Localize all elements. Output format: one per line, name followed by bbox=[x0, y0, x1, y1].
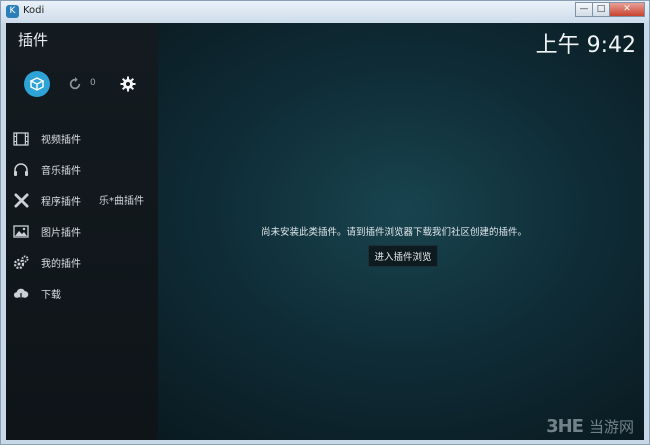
app-window: K Kodi — □ ✕ 插件 0 视频插件 音乐插件 程序插件 乐*曲插件 图… bbox=[0, 0, 650, 445]
addon-category-menu: 视频插件 音乐插件 程序插件 乐*曲插件 图片插件 我的插件 下载 bbox=[6, 123, 158, 309]
sidebar-item-my-addons[interactable]: 我的插件 bbox=[6, 247, 158, 278]
overlapping-label: 乐*曲插件 bbox=[99, 196, 144, 207]
clock: 上午 9:42 bbox=[535, 33, 636, 58]
kodi-client-area: 插件 0 视频插件 音乐插件 程序插件 乐*曲插件 图片插件 我的插件 下载 上… bbox=[6, 23, 644, 440]
addon-browser-button[interactable] bbox=[24, 71, 50, 97]
window-title: Kodi bbox=[23, 5, 45, 16]
maximize-button[interactable]: □ bbox=[592, 2, 610, 17]
watermark-text: 当游网 bbox=[588, 418, 634, 436]
image-icon bbox=[13, 224, 29, 240]
sidebar-item-label: 我的插件 bbox=[41, 259, 81, 270]
title-bar[interactable]: K Kodi — □ ✕ bbox=[1, 1, 649, 23]
watermark-logo: 3HE bbox=[546, 416, 584, 437]
empty-state-message: 尚未安装此类插件。请到插件浏览器下载我们社区创建的插件。 bbox=[261, 227, 528, 238]
watermark: 3HE 当游网 bbox=[546, 416, 634, 437]
sidebar: 插件 0 视频插件 音乐插件 程序插件 乐*曲插件 图片插件 我的插件 下载 bbox=[6, 23, 158, 440]
sidebar-item-video-addons[interactable]: 视频插件 bbox=[6, 123, 158, 154]
page-title: 插件 bbox=[18, 31, 49, 49]
sidebar-item-picture-addons[interactable]: 图片插件 bbox=[6, 216, 158, 247]
gear-icon bbox=[120, 76, 136, 92]
sidebar-item-music-addons[interactable]: 音乐插件 bbox=[6, 154, 158, 185]
kodi-app-icon: K bbox=[6, 5, 19, 18]
refresh-icon bbox=[69, 77, 81, 90]
headphones-icon bbox=[13, 162, 29, 178]
settings-button[interactable] bbox=[119, 75, 137, 93]
gears-icon bbox=[13, 255, 29, 271]
update-button[interactable] bbox=[66, 75, 84, 93]
minimize-button[interactable]: — bbox=[575, 2, 593, 17]
window-controls: — □ ✕ bbox=[575, 2, 645, 17]
sidebar-item-program-addons[interactable]: 程序插件 乐*曲插件 bbox=[6, 185, 158, 216]
close-button[interactable]: ✕ bbox=[609, 2, 645, 17]
film-icon bbox=[13, 131, 29, 147]
sidebar-item-label: 下载 bbox=[41, 290, 61, 301]
sidebar-item-label: 视频插件 bbox=[41, 135, 81, 146]
update-count: 0 bbox=[90, 78, 96, 88]
sidebar-item-label: 图片插件 bbox=[41, 228, 81, 239]
sidebar-item-label: 音乐插件 bbox=[41, 166, 81, 177]
cloud-download-icon bbox=[13, 286, 29, 302]
browse-addons-button[interactable]: 进入插件浏览 bbox=[368, 245, 438, 267]
tools-icon bbox=[13, 193, 29, 209]
sidebar-item-downloads[interactable]: 下载 bbox=[6, 278, 158, 309]
box-open-icon bbox=[29, 77, 45, 91]
sidebar-item-label: 程序插件 bbox=[41, 197, 81, 208]
